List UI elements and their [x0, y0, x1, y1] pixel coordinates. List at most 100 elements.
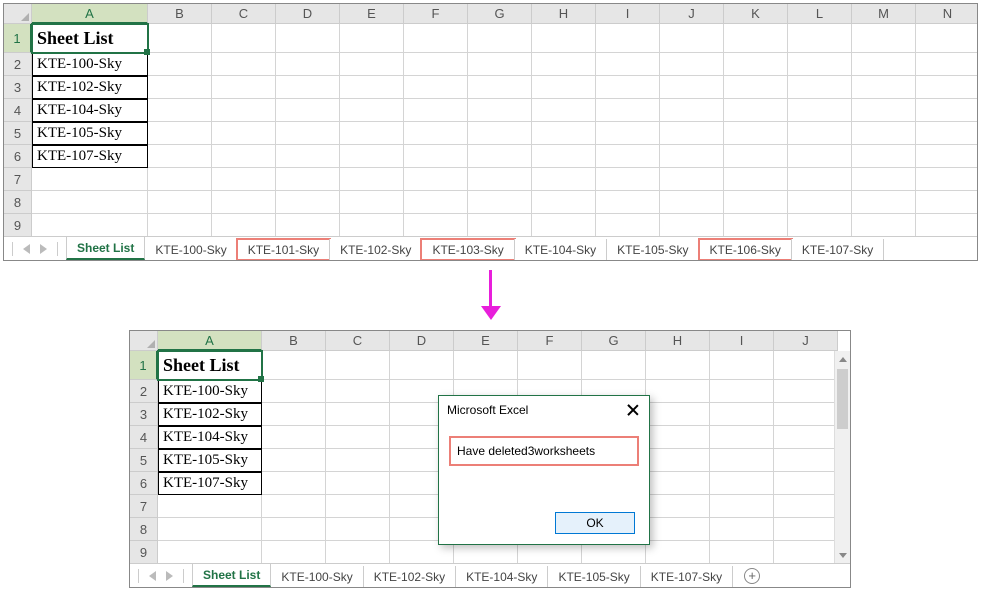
col-header-E[interactable]: E: [340, 4, 404, 24]
cell-A2[interactable]: KTE-100-Sky: [32, 53, 148, 76]
cell[interactable]: [916, 168, 978, 191]
cell[interactable]: [582, 351, 646, 380]
cell[interactable]: [788, 53, 852, 76]
cell[interactable]: [724, 145, 788, 168]
cell[interactable]: [390, 351, 454, 380]
cell[interactable]: [660, 99, 724, 122]
cell[interactable]: [468, 191, 532, 214]
cell[interactable]: [404, 168, 468, 191]
row-header-2[interactable]: 2: [130, 380, 158, 403]
col-header-H[interactable]: H: [646, 331, 710, 351]
cell[interactable]: [404, 76, 468, 99]
cell[interactable]: [468, 168, 532, 191]
cell[interactable]: [916, 24, 978, 53]
cell[interactable]: [148, 145, 212, 168]
close-icon[interactable]: [625, 402, 641, 418]
cell[interactable]: [724, 53, 788, 76]
cell[interactable]: [276, 122, 340, 145]
cell[interactable]: [468, 76, 532, 99]
cell[interactable]: [710, 541, 774, 564]
cell[interactable]: [646, 518, 710, 541]
cell[interactable]: [532, 122, 596, 145]
cell[interactable]: [710, 403, 774, 426]
cell[interactable]: [212, 76, 276, 99]
cell[interactable]: [724, 122, 788, 145]
row-header-3[interactable]: 3: [130, 403, 158, 426]
cell[interactable]: [326, 472, 390, 495]
sheet-tab[interactable]: KTE-101-Sky: [237, 239, 330, 260]
col-header-B[interactable]: B: [262, 331, 326, 351]
cell[interactable]: [596, 24, 660, 53]
scroll-up-icon[interactable]: [835, 351, 850, 367]
cell[interactable]: [212, 145, 276, 168]
cell[interactable]: [646, 541, 710, 564]
cell[interactable]: [468, 24, 532, 53]
cell[interactable]: [788, 122, 852, 145]
col-header-B[interactable]: B: [148, 4, 212, 24]
cell[interactable]: [724, 99, 788, 122]
cell[interactable]: [32, 191, 148, 214]
cell[interactable]: [404, 24, 468, 53]
cell[interactable]: [774, 541, 838, 564]
sheet-tab-sheet-list[interactable]: Sheet List: [192, 564, 271, 587]
cell[interactable]: [276, 214, 340, 237]
row-header-3[interactable]: 3: [4, 76, 32, 99]
cell[interactable]: [262, 495, 326, 518]
cell[interactable]: [710, 495, 774, 518]
cell[interactable]: [724, 76, 788, 99]
cell[interactable]: [852, 53, 916, 76]
cell[interactable]: [262, 449, 326, 472]
cell[interactable]: [212, 214, 276, 237]
cell[interactable]: [212, 191, 276, 214]
select-all-corner[interactable]: [130, 331, 158, 351]
sheet-tab-sheet-list[interactable]: Sheet List: [66, 237, 145, 260]
cell[interactable]: [148, 53, 212, 76]
cell-A5[interactable]: KTE-105-Sky: [32, 122, 148, 145]
cell[interactable]: [916, 76, 978, 99]
tabnav-next-icon[interactable]: [166, 571, 173, 581]
cell-A6[interactable]: KTE-107-Sky: [32, 145, 148, 168]
cell[interactable]: [326, 495, 390, 518]
cell-A3[interactable]: KTE-102-Sky: [158, 403, 262, 426]
cell[interactable]: [916, 145, 978, 168]
row-header-5[interactable]: 5: [4, 122, 32, 145]
vertical-scrollbar[interactable]: [834, 351, 850, 563]
row-header-4[interactable]: 4: [130, 426, 158, 449]
sheet-tab[interactable]: KTE-104-Sky: [514, 239, 607, 260]
cell[interactable]: [852, 214, 916, 237]
cell[interactable]: [660, 76, 724, 99]
cell[interactable]: [158, 541, 262, 564]
sheet-tab[interactable]: KTE-105-Sky: [606, 239, 699, 260]
cell-A3[interactable]: KTE-102-Sky: [32, 76, 148, 99]
scroll-thumb[interactable]: [837, 369, 848, 429]
cell[interactable]: [212, 53, 276, 76]
sheet-tab[interactable]: KTE-102-Sky: [329, 239, 422, 260]
cell[interactable]: [276, 99, 340, 122]
cell-A2[interactable]: KTE-100-Sky: [158, 380, 262, 403]
cell[interactable]: [660, 168, 724, 191]
row-header-7[interactable]: 7: [4, 168, 32, 191]
cell[interactable]: [532, 24, 596, 53]
cell[interactable]: [660, 122, 724, 145]
col-header-H[interactable]: H: [532, 4, 596, 24]
cell[interactable]: [326, 426, 390, 449]
cell[interactable]: [468, 99, 532, 122]
row-header-8[interactable]: 8: [4, 191, 32, 214]
sheet-tab[interactable]: KTE-106-Sky: [699, 239, 792, 260]
cell[interactable]: [262, 541, 326, 564]
cell[interactable]: [724, 191, 788, 214]
cell[interactable]: [340, 191, 404, 214]
cell[interactable]: [774, 495, 838, 518]
cell-A4[interactable]: KTE-104-Sky: [32, 99, 148, 122]
cell[interactable]: [710, 380, 774, 403]
cell[interactable]: [148, 168, 212, 191]
col-header-N[interactable]: N: [916, 4, 978, 24]
cell[interactable]: [774, 351, 838, 380]
cell[interactable]: [276, 168, 340, 191]
col-header-A[interactable]: A: [32, 4, 148, 24]
cell[interactable]: [326, 351, 390, 380]
cell[interactable]: [710, 518, 774, 541]
cell[interactable]: [596, 214, 660, 237]
cell[interactable]: [340, 168, 404, 191]
cell[interactable]: [276, 53, 340, 76]
